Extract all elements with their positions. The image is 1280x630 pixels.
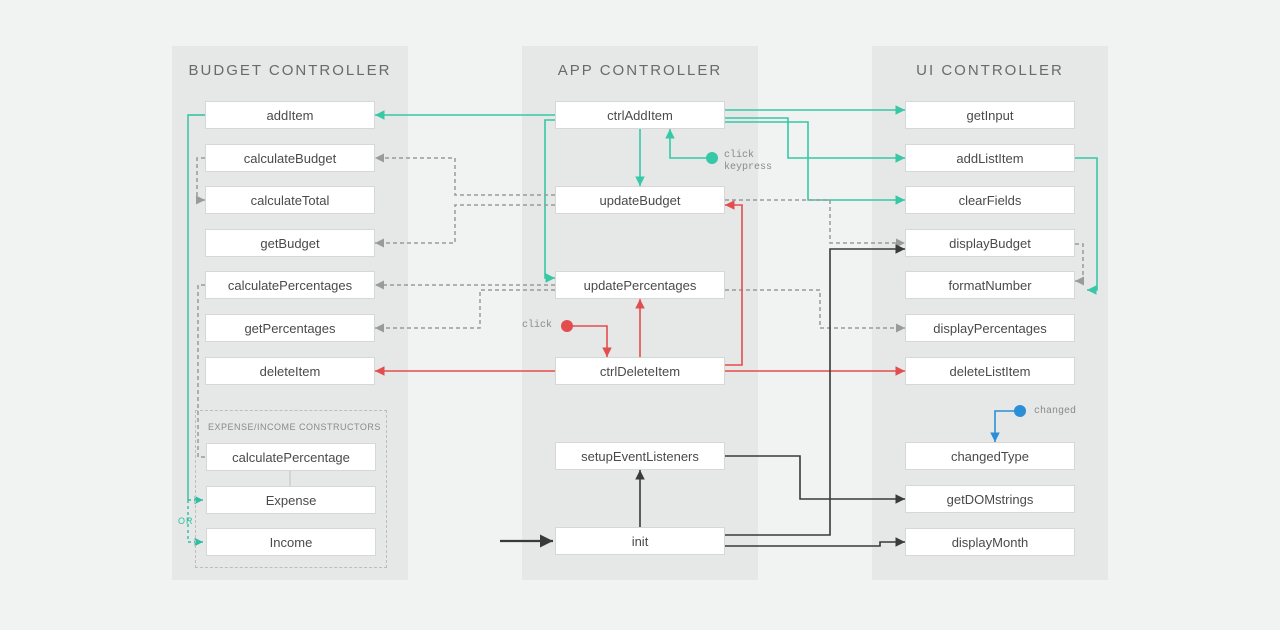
node-calculateBudget: calculateBudget	[205, 144, 375, 172]
node-formatNumber: formatNumber	[905, 271, 1075, 299]
node-displayMonth: displayMonth	[905, 528, 1075, 556]
node-updateBudget: updateBudget	[555, 186, 725, 214]
diagram-canvas: BUDGET CONTROLLER APP CONTROLLER UI CONT…	[0, 0, 1280, 630]
node-updatePercentages: updatePercentages	[555, 271, 725, 299]
node-Income: Income	[206, 528, 376, 556]
node-getPercentages: getPercentages	[205, 314, 375, 342]
node-Expense: Expense	[206, 486, 376, 514]
node-deleteItem: deleteItem	[205, 357, 375, 385]
node-calculatePercentage: calculatePercentage	[206, 443, 376, 471]
label-or: OR	[178, 516, 194, 526]
node-calculateTotal: calculateTotal	[205, 186, 375, 214]
node-getDOMstrings: getDOMstrings	[905, 485, 1075, 513]
node-getInput: getInput	[905, 101, 1075, 129]
node-changedType: changedType	[905, 442, 1075, 470]
node-setupEventListeners: setupEventListeners	[555, 442, 725, 470]
node-deleteListItem: deleteListItem	[905, 357, 1075, 385]
node-displayPercentages: displayPercentages	[905, 314, 1075, 342]
node-calculatePercentages: calculatePercentages	[205, 271, 375, 299]
title-ui: UI CONTROLLER	[872, 62, 1108, 79]
node-displayBudget: displayBudget	[905, 229, 1075, 257]
node-init: init	[555, 527, 725, 555]
node-ctrlAddItem: ctrlAddItem	[555, 101, 725, 129]
node-getBudget: getBudget	[205, 229, 375, 257]
node-addListItem: addListItem	[905, 144, 1075, 172]
title-app: APP CONTROLLER	[522, 62, 758, 79]
label-changed: changed	[1034, 406, 1076, 418]
label-click: click	[522, 320, 552, 332]
node-addItem: addItem	[205, 101, 375, 129]
node-clearFields: clearFields	[905, 186, 1075, 214]
label-click-keypress: click keypress	[724, 150, 772, 174]
node-ctrlDeleteItem: ctrlDeleteItem	[555, 357, 725, 385]
title-budget: BUDGET CONTROLLER	[172, 62, 408, 79]
constructors-title: EXPENSE/INCOME CONSTRUCTORS	[208, 422, 381, 432]
